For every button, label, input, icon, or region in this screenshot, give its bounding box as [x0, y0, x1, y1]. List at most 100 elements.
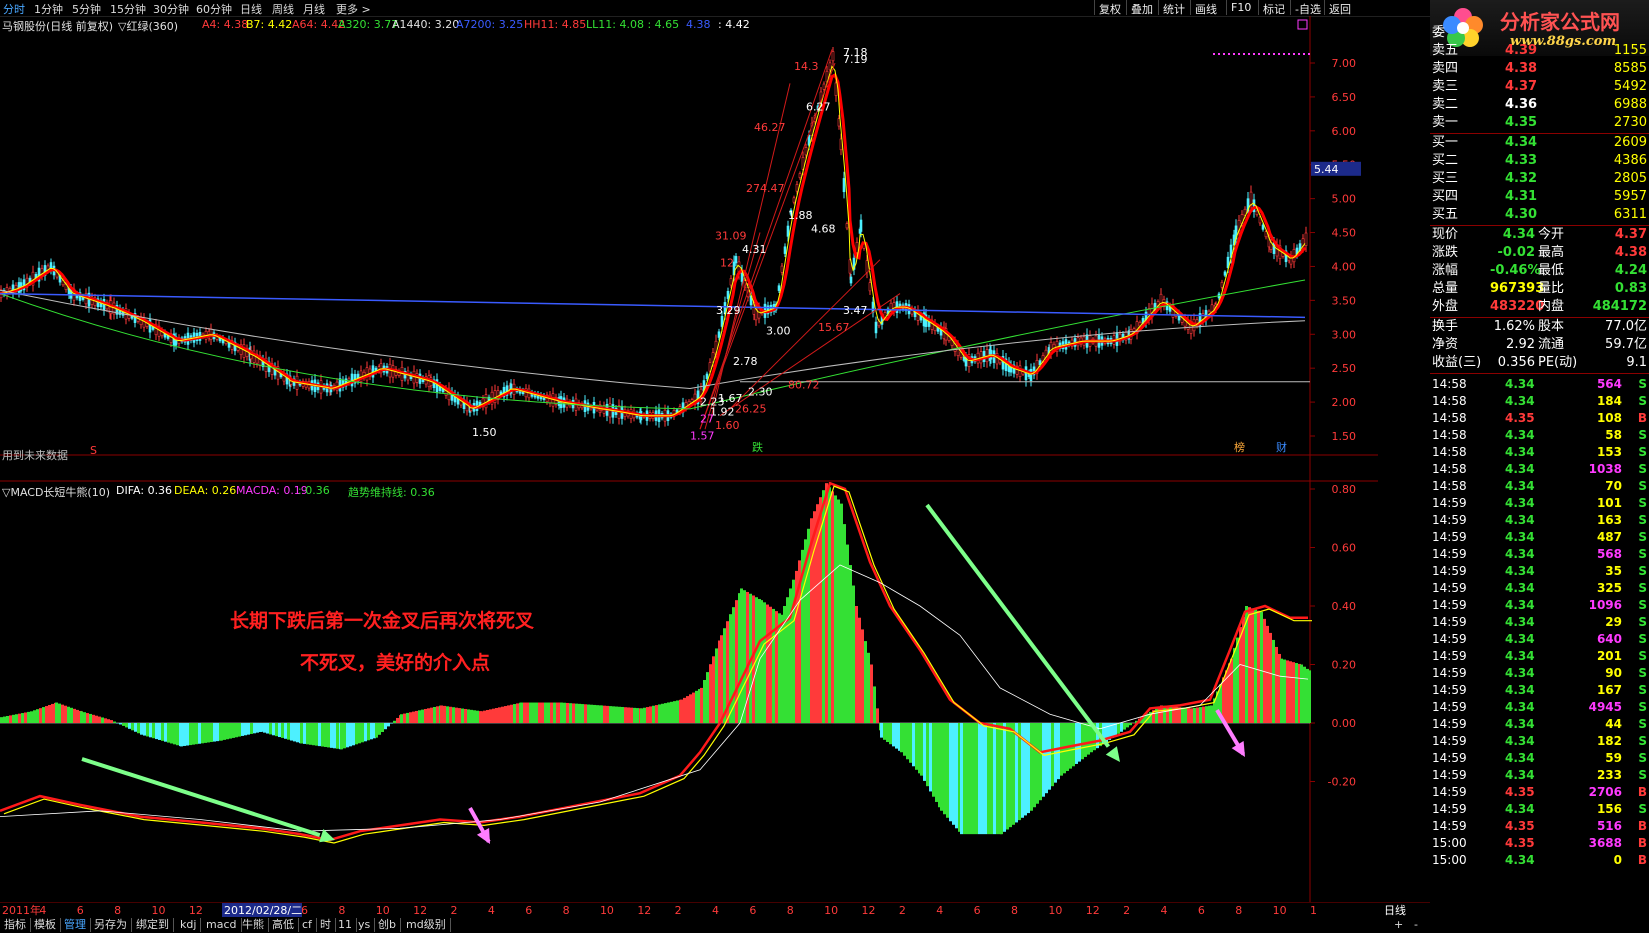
macd-tick-label: -0.20	[1328, 776, 1356, 789]
price-annotation: 31.09	[715, 229, 747, 242]
period-tab[interactable]: 5分钟	[72, 1, 101, 17]
sell-label: 卖四	[1432, 61, 1459, 76]
macd-bar	[541, 702, 544, 723]
period-tab[interactable]: 30分钟	[153, 1, 189, 17]
macd-bar	[6, 715, 9, 723]
tick-side: S	[1638, 377, 1647, 391]
tick-row: 14:59 4.34 167 S	[1430, 681, 1649, 699]
stat-value: 1.62%	[1493, 319, 1535, 334]
indicator-value: HH11: 4.85	[524, 18, 587, 31]
macd-bar	[600, 705, 603, 723]
period-tab[interactable]: 月线	[303, 1, 325, 17]
bottom-tab[interactable]: 模板	[30, 918, 61, 932]
period-tab[interactable]: 60分钟	[196, 1, 232, 17]
toolbar-button[interactable]: 画线	[1190, 0, 1221, 16]
period-tab[interactable]: 日线	[240, 1, 262, 17]
bottom-tab[interactable]: 绑定到	[132, 918, 174, 932]
zoom-out-button[interactable]: -	[1410, 918, 1422, 932]
bottom-tab[interactable]: macd	[202, 918, 242, 932]
macd-bar	[1129, 723, 1132, 726]
candle-body	[842, 178, 846, 193]
macd-bar	[315, 723, 318, 746]
bottom-tab[interactable]: 另存为	[90, 918, 132, 932]
pink-arrow-icon	[468, 807, 491, 844]
date-tick-label: 4	[39, 904, 46, 917]
macd-bar	[1283, 659, 1286, 723]
tick-side: B	[1637, 853, 1647, 867]
toolbar-button[interactable]: 叠加	[1126, 0, 1157, 16]
toolbar-button[interactable]: 标记	[1258, 0, 1289, 16]
price-chart[interactable]: 7.006.506.005.505.004.504.003.503.002.50…	[0, 16, 1378, 482]
macd-bar	[538, 702, 541, 723]
bottom-tab[interactable]: kdj	[176, 918, 202, 932]
buy-label: 买一	[1432, 135, 1459, 150]
macd-value: DIFA: 0.36	[116, 484, 173, 497]
macd-bar	[949, 723, 952, 822]
price-annotation: 3.00	[766, 324, 791, 337]
macd-bar	[1078, 723, 1081, 762]
period-label: 日线	[1384, 903, 1406, 917]
toolbar-button[interactable]: 复权	[1094, 0, 1125, 16]
tick-price: 4.34	[1505, 462, 1535, 476]
period-tab[interactable]: 分时	[3, 1, 25, 17]
toolbar-button[interactable]: F10	[1226, 0, 1255, 15]
tick-row: 14:58 4.34 153 S	[1430, 443, 1649, 461]
tick-time: 14:59	[1432, 564, 1467, 578]
bottom-tab[interactable]: md级别	[402, 918, 451, 932]
bottom-tab[interactable]: 创b	[374, 918, 401, 932]
event-marker: 跌	[752, 440, 763, 454]
macd-bar	[963, 723, 966, 835]
macd-bar	[640, 708, 643, 723]
bottom-tab[interactable]: 管理	[60, 918, 91, 932]
tick-side: S	[1638, 530, 1647, 544]
bottom-tab[interactable]: 时	[316, 918, 336, 932]
bottom-tab[interactable]: 指标	[0, 918, 31, 932]
tick-row: 14:58 4.34 70 S	[1430, 477, 1649, 495]
sell-volume: 1155	[1613, 43, 1647, 58]
tick-price: 4.34	[1505, 496, 1535, 510]
macd-bar	[909, 723, 912, 763]
macd-chart[interactable]: 0.80 0.60 0.40 0.20 0.00 -0.20	[0, 482, 1378, 902]
macd-bar	[1181, 707, 1184, 723]
stat-row: 净资 2.92 流通 59.7亿	[1430, 336, 1649, 354]
stat-row: 换手 1.62% 股本 77.0亿	[1430, 318, 1649, 336]
tick-volume: 487	[1596, 530, 1622, 544]
period-tab[interactable]: 15分钟	[110, 1, 146, 17]
zoom-in-button[interactable]: +	[1390, 918, 1407, 932]
bottom-tab[interactable]: cf	[298, 918, 317, 932]
quote-row: 现价 4.34 今开 4.37	[1430, 226, 1649, 244]
macd-bar	[83, 712, 86, 723]
toolbar-button[interactable]: 返回	[1324, 0, 1355, 16]
tick-side: S	[1638, 513, 1647, 527]
tick-price: 4.34	[1505, 513, 1535, 527]
bottom-tab[interactable]: 高低	[268, 918, 299, 932]
tick-price: 4.34	[1505, 734, 1535, 748]
macd-bar	[238, 723, 241, 737]
tick-price: 4.34	[1505, 632, 1535, 646]
period-tab[interactable]: 周线	[272, 1, 294, 17]
toolbar-button[interactable]: -自选	[1290, 0, 1325, 16]
macd-bar	[1300, 664, 1303, 723]
period-tab[interactable]: 更多 >	[336, 1, 371, 17]
macd-bar	[772, 608, 775, 723]
indicator-name[interactable]: ▽红绿(360)	[118, 18, 178, 34]
sell-label: 卖五	[1432, 43, 1459, 58]
tick-volume: 153	[1596, 445, 1622, 459]
macd-title[interactable]: ▽MACD长短牛熊(10)	[2, 484, 110, 500]
stat-label: 净资	[1432, 337, 1459, 352]
buy-row: 买三 4.32 2805	[1430, 170, 1649, 188]
tick-row: 14:59 4.35 2706 B	[1430, 783, 1649, 801]
macd-bar	[378, 723, 381, 735]
price-indicator-bar: 马钢股份(日线 前复权) ▽红绿(360) A4: 4.38 B7: 4.42 A64:…	[0, 16, 820, 34]
bottom-tab[interactable]: ys	[354, 918, 376, 932]
price-annotation: 3.47	[843, 304, 868, 317]
tick-row: 14:59 4.34 1096 S	[1430, 596, 1649, 614]
bottom-tab[interactable]: 牛熊	[238, 918, 269, 932]
macd-bar	[943, 723, 946, 815]
tick-volume: 516	[1596, 819, 1622, 833]
toolbar-button[interactable]: 统计	[1158, 0, 1189, 16]
period-tab[interactable]: 1分钟	[34, 1, 63, 17]
sell-volume: 5492	[1613, 79, 1647, 94]
macd-bar	[516, 703, 519, 723]
macd-bar	[513, 704, 516, 723]
